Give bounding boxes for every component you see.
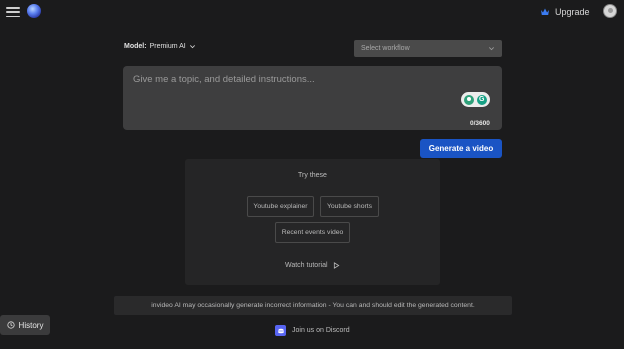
chevron-down-icon: [489, 47, 494, 51]
invideo-logo[interactable]: [27, 4, 41, 18]
discord-link[interactable]: Join us on Discord: [275, 325, 350, 336]
upgrade-button[interactable]: Upgrade: [540, 5, 590, 19]
user-avatar[interactable]: [603, 4, 617, 18]
suggestion-chip[interactable]: Youtube shorts: [320, 196, 379, 217]
discord-label: Join us on Discord: [292, 327, 350, 334]
suggestions-heading: Try these: [298, 172, 327, 179]
watch-tutorial-link[interactable]: Watch tutorial: [285, 262, 340, 269]
history-label: History: [18, 320, 44, 330]
extension-icons[interactable]: G: [461, 92, 490, 107]
character-counter: 0/3600: [470, 120, 490, 127]
model-label: Model:: [124, 43, 147, 50]
suggestion-chip[interactable]: Youtube explainer: [247, 196, 314, 217]
discord-icon: [275, 325, 286, 336]
model-selector[interactable]: Model: Premium AI: [124, 43, 196, 50]
generate-video-button[interactable]: Generate a video: [420, 139, 502, 158]
play-icon: [333, 262, 339, 269]
suggestion-chip[interactable]: Recent events video: [275, 222, 350, 243]
disclaimer-notice: invideo AI may occasionally generate inc…: [114, 296, 512, 315]
grammarly-icon[interactable]: G: [476, 94, 487, 105]
upgrade-label: Upgrade: [555, 7, 590, 17]
prompt-input[interactable]: Give me a topic, and detailed instructio…: [123, 66, 502, 130]
hamburger-menu-icon[interactable]: [6, 5, 20, 19]
chevron-down-icon: [189, 45, 195, 49]
prompt-placeholder: Give me a topic, and detailed instructio…: [133, 74, 315, 85]
crown-icon: [541, 8, 549, 15]
watch-tutorial-label: Watch tutorial: [285, 262, 328, 269]
history-button[interactable]: History: [0, 315, 50, 335]
workflow-select[interactable]: Select workflow: [354, 40, 502, 57]
location-pin-icon[interactable]: [464, 94, 475, 105]
model-value: Premium AI: [149, 43, 186, 50]
clock-icon: [6, 321, 15, 329]
workflow-placeholder: Select workflow: [361, 45, 410, 52]
